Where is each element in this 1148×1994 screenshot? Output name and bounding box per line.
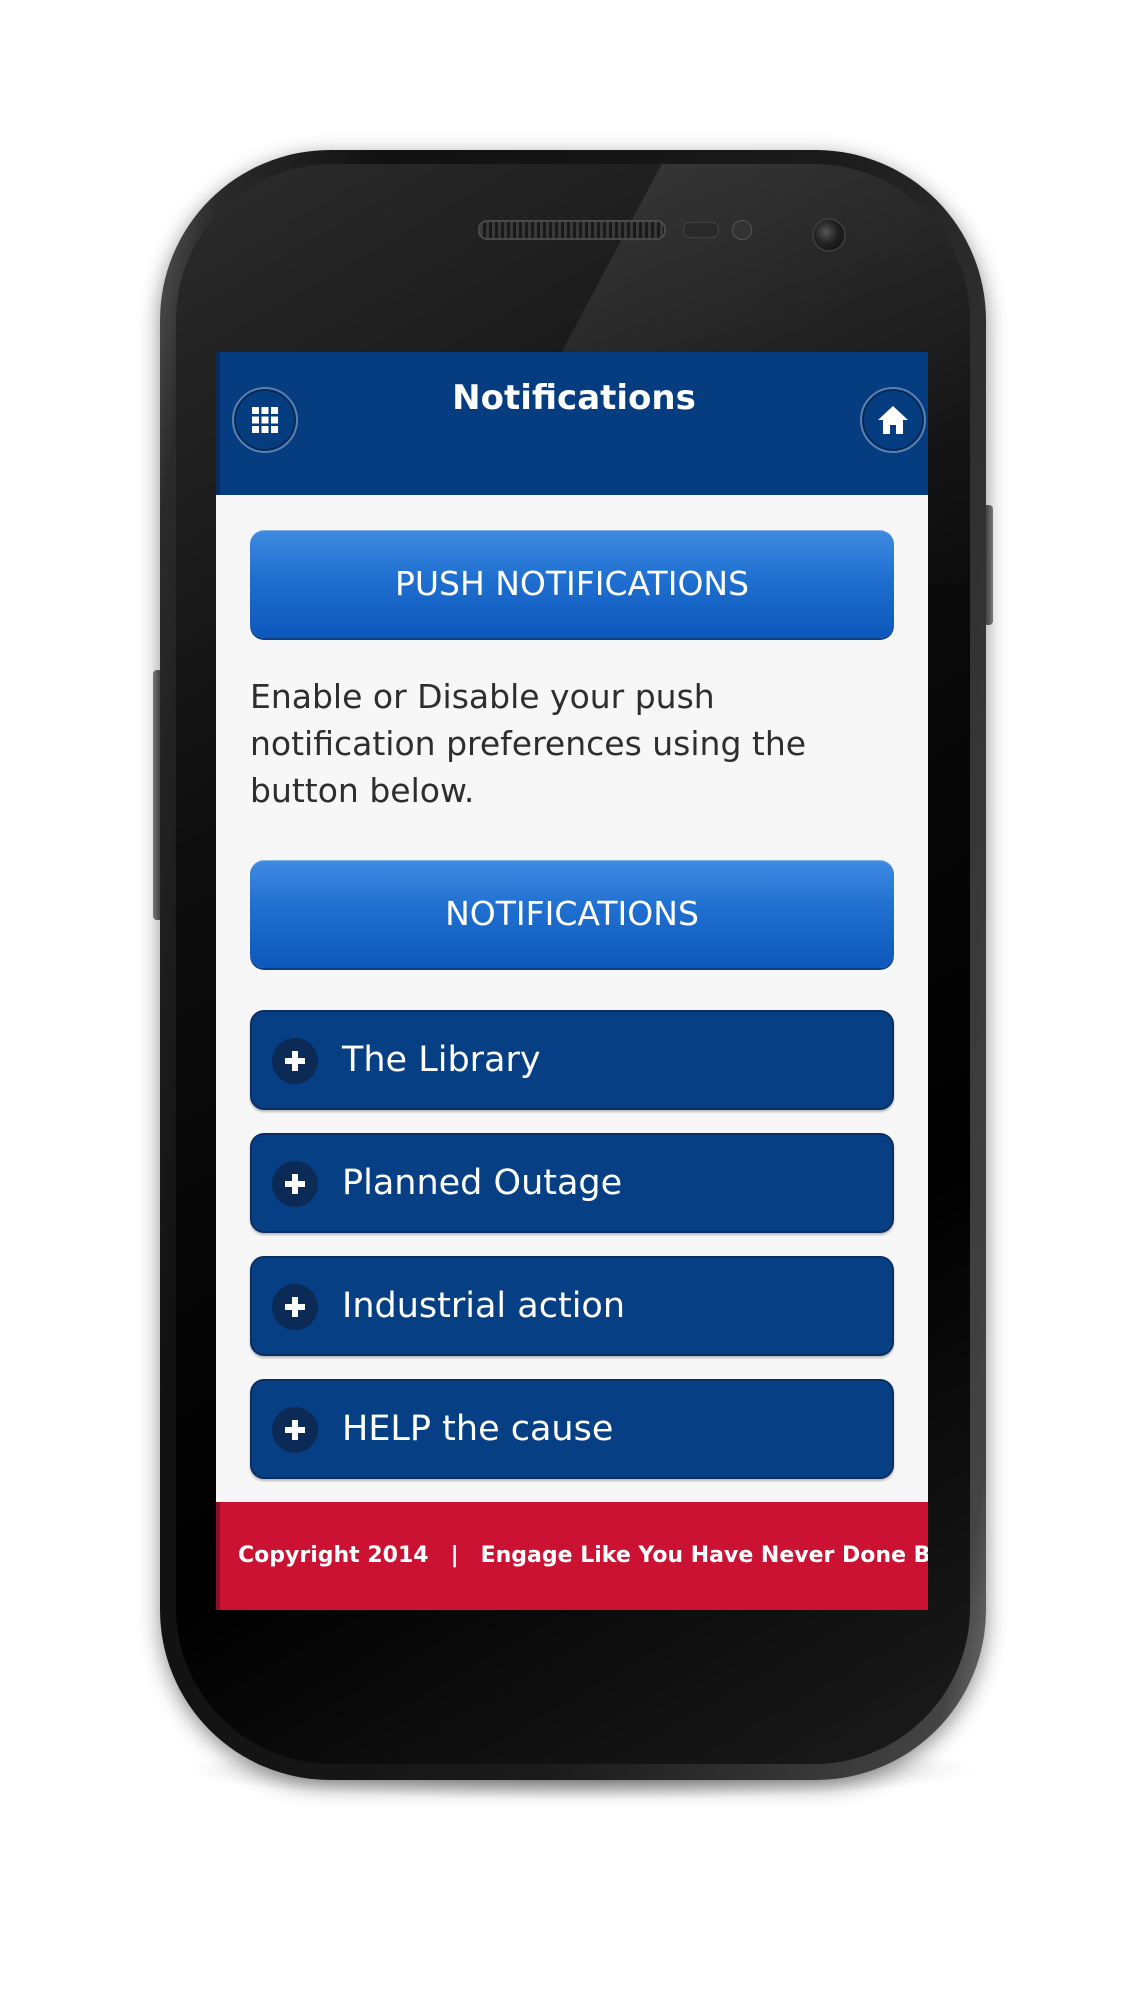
- footer-tagline: Engage Like You Have Never Done Before: [480, 1543, 928, 1568]
- page-title: Notifications: [452, 378, 696, 418]
- plus-icon: [272, 1161, 318, 1207]
- notifications-button[interactable]: NOTIFICATIONS: [250, 860, 894, 968]
- plus-icon: [272, 1284, 318, 1330]
- home-button[interactable]: [860, 387, 926, 453]
- app-header: Notifications: [216, 352, 928, 495]
- plus-icon: [272, 1038, 318, 1084]
- footer-separator: |: [450, 1543, 459, 1568]
- push-notifications-header: PUSH NOTIFICATIONS: [250, 530, 894, 638]
- topic-label: The Library: [342, 1040, 541, 1080]
- topic-help-the-cause[interactable]: HELP the cause: [250, 1379, 894, 1479]
- footer-bar: Copyright 2014 | Engage Like You Have Neve…: [216, 1502, 928, 1610]
- proximity-sensor: [683, 222, 719, 238]
- light-sensor: [732, 220, 752, 240]
- plus-icon: [272, 1407, 318, 1453]
- copyright-text: Copyright 2014: [238, 1543, 429, 1568]
- earpiece-speaker: [478, 220, 666, 240]
- topic-the-library[interactable]: The Library: [250, 1010, 894, 1110]
- app-screen: Notifications PUSH NOTIFICATIONS Enable …: [216, 352, 928, 1610]
- topic-label: HELP the cause: [342, 1409, 614, 1449]
- topic-label: Industrial action: [342, 1286, 626, 1326]
- topic-industrial-action[interactable]: Industrial action: [250, 1256, 894, 1356]
- topic-planned-outage[interactable]: Planned Outage: [250, 1133, 894, 1233]
- home-icon: [878, 406, 908, 434]
- front-camera-icon: [812, 218, 846, 252]
- topic-label: Planned Outage: [342, 1163, 623, 1203]
- description-text: Enable or Disable your push notification…: [250, 677, 807, 810]
